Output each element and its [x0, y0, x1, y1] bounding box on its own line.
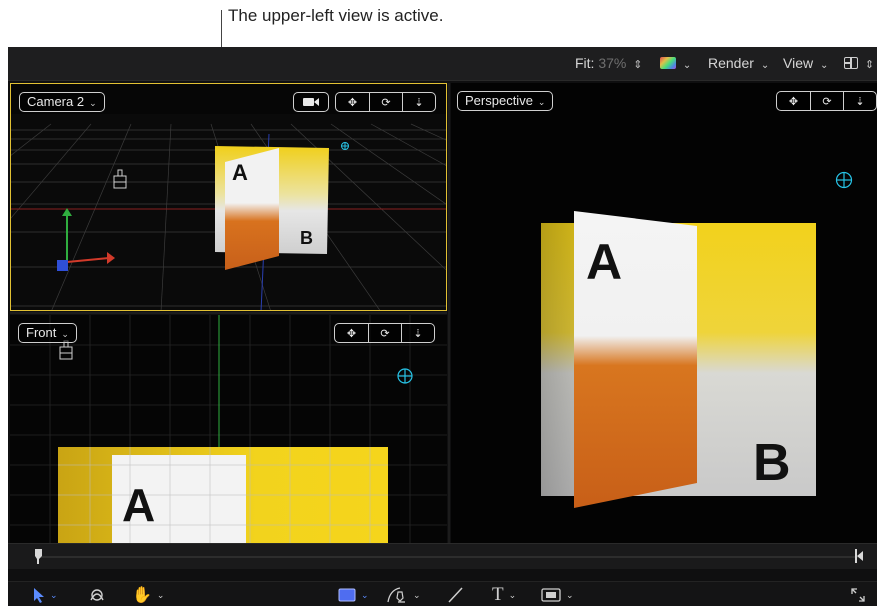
stepper-updown-icon: ⇕ [633, 59, 643, 71]
view-menu[interactable]: View ⌄ [783, 55, 828, 71]
chevron-down-icon: ⌄ [508, 589, 517, 600]
chevron-down-icon: ⌄ [50, 589, 58, 600]
render-menu[interactable]: Render ⌄ [708, 55, 769, 71]
chevron-down-icon: ⌄ [413, 589, 421, 600]
transform-icon [90, 589, 104, 601]
camera-label: Front [26, 325, 57, 340]
render-label: Render [708, 55, 754, 71]
viewport-right[interactable]: A B Perspective ⌄ ✥ ⟳ ⇣ [451, 83, 877, 543]
fit-label: Fit: [575, 55, 595, 71]
letter-a-text: A [586, 234, 622, 290]
expand-icon [851, 588, 865, 602]
paint-stroke-tool-button[interactable] [446, 585, 464, 605]
view-controls: ✥ ⟳ ⇣ [334, 323, 435, 343]
chevron-down-icon: ⌄ [156, 589, 165, 600]
chevron-down-icon: ⌄ [537, 97, 546, 107]
text-tool-button[interactable]: T ⌄ [492, 584, 517, 605]
hand-icon: ✋ [132, 587, 152, 604]
mini-timeline[interactable] [8, 543, 877, 569]
chevron-down-icon: ⌄ [61, 329, 69, 339]
callout-text: The upper-left view is active. [228, 6, 444, 25]
viewport-divider-vertical[interactable] [448, 83, 450, 543]
pen-icon [387, 587, 405, 603]
out-marker-icon[interactable] [855, 549, 863, 563]
chevron-down-icon: ⌄ [89, 98, 97, 108]
camera-selector-front[interactable]: Front ⌄ [18, 323, 77, 343]
mask-tool-button[interactable]: ⌄ [541, 585, 574, 605]
letter-a-text: A [232, 160, 248, 185]
chevron-down-icon: ⌄ [819, 60, 829, 71]
pen-tool-button[interactable]: ⌄ [386, 585, 421, 605]
chevron-down-icon: ⌄ [760, 60, 770, 71]
stepper-updown-icon: ⇕ [864, 59, 875, 71]
dolly-icon[interactable]: ⇣ [402, 93, 435, 111]
chevron-down-icon: ⌄ [682, 60, 692, 71]
fit-zoom-control[interactable]: Fit: 37% ⇕ [575, 55, 642, 71]
letter-a-text: A [122, 479, 155, 531]
front-scene: A [10, 315, 447, 543]
chevron-down-icon: ⌄ [566, 589, 574, 600]
view-label: View [783, 55, 814, 71]
rectangle-shape-icon [338, 588, 356, 602]
pan-icon[interactable]: ✥ [336, 93, 369, 111]
letter-b-text: B [300, 228, 313, 248]
orbit-icon[interactable]: ⟳ [368, 324, 401, 342]
camera-label: Camera 2 [27, 94, 85, 109]
pan-icon[interactable]: ✥ [335, 324, 368, 342]
viewport-lower-left[interactable]: A Front ⌄ ✥ ⟳ ⇣ [10, 315, 447, 543]
orbit-icon[interactable]: ⟳ [810, 92, 843, 110]
paint-stroke-icon [448, 587, 463, 603]
viewport-divider-horizontal[interactable] [10, 312, 447, 314]
transform-tool-button[interactable] [88, 585, 106, 605]
camera-selector-perspective[interactable]: Perspective ⌄ [457, 91, 554, 111]
camera2-scene: A B [11, 84, 446, 310]
color-channels-icon [660, 57, 676, 69]
motion-canvas-window: Fit: 37% ⇕ ⌄ Render ⌄ View ⌄ ⇕ A B Camer… [8, 47, 877, 606]
dolly-icon[interactable]: ⇣ [401, 324, 434, 342]
camera-selector-camera2[interactable]: Camera 2 ⌄ [19, 92, 105, 112]
camera-view-button[interactable] [293, 92, 329, 112]
canvas-tools-bar: ⌄ ✋ ⌄ ⌄ ⌄ T ⌄ ⌄ [8, 581, 877, 606]
view-controls: ✥ ⟳ ⇣ [335, 92, 436, 112]
screenshot-root: The upper-left view is active. Fit: 37% … [0, 0, 877, 606]
dolly-icon[interactable]: ⇣ [843, 92, 876, 110]
canvas-toolbar: Fit: 37% ⇕ ⌄ Render ⌄ View ⌄ ⇕ [8, 47, 877, 81]
orbit-icon[interactable]: ⟳ [369, 93, 402, 111]
expand-canvas-button[interactable] [850, 585, 866, 605]
select-arrow-icon [34, 588, 44, 603]
view-controls: ✥ ⟳ ⇣ [776, 91, 877, 111]
mask-icon [541, 588, 561, 602]
chevron-down-icon: ⌄ [361, 589, 369, 600]
shape-tool-button[interactable]: ⌄ [338, 585, 369, 605]
viewport-upper-left[interactable]: A B Camera 2 ⌄ ✥ ⟳ ⇣ [10, 83, 447, 311]
color-channels-menu[interactable]: ⌄ [660, 55, 691, 71]
letter-b-text: B [753, 434, 791, 492]
camera-label: Perspective [465, 93, 533, 108]
pan-icon[interactable]: ✥ [777, 92, 810, 110]
camera-icon [303, 98, 319, 106]
viewport-layout-icon [844, 57, 858, 69]
fit-value: 37% [598, 55, 627, 71]
hand-tool-button[interactable]: ✋ ⌄ [132, 585, 164, 605]
viewport-layout-menu[interactable]: ⇕ [844, 55, 874, 71]
select-tool-button[interactable]: ⌄ [33, 585, 58, 605]
playhead-in-marker-icon[interactable] [34, 548, 44, 564]
timeline-track[interactable] [38, 556, 859, 558]
perspective-scene: A B [451, 83, 877, 543]
text-icon: T [492, 584, 504, 605]
